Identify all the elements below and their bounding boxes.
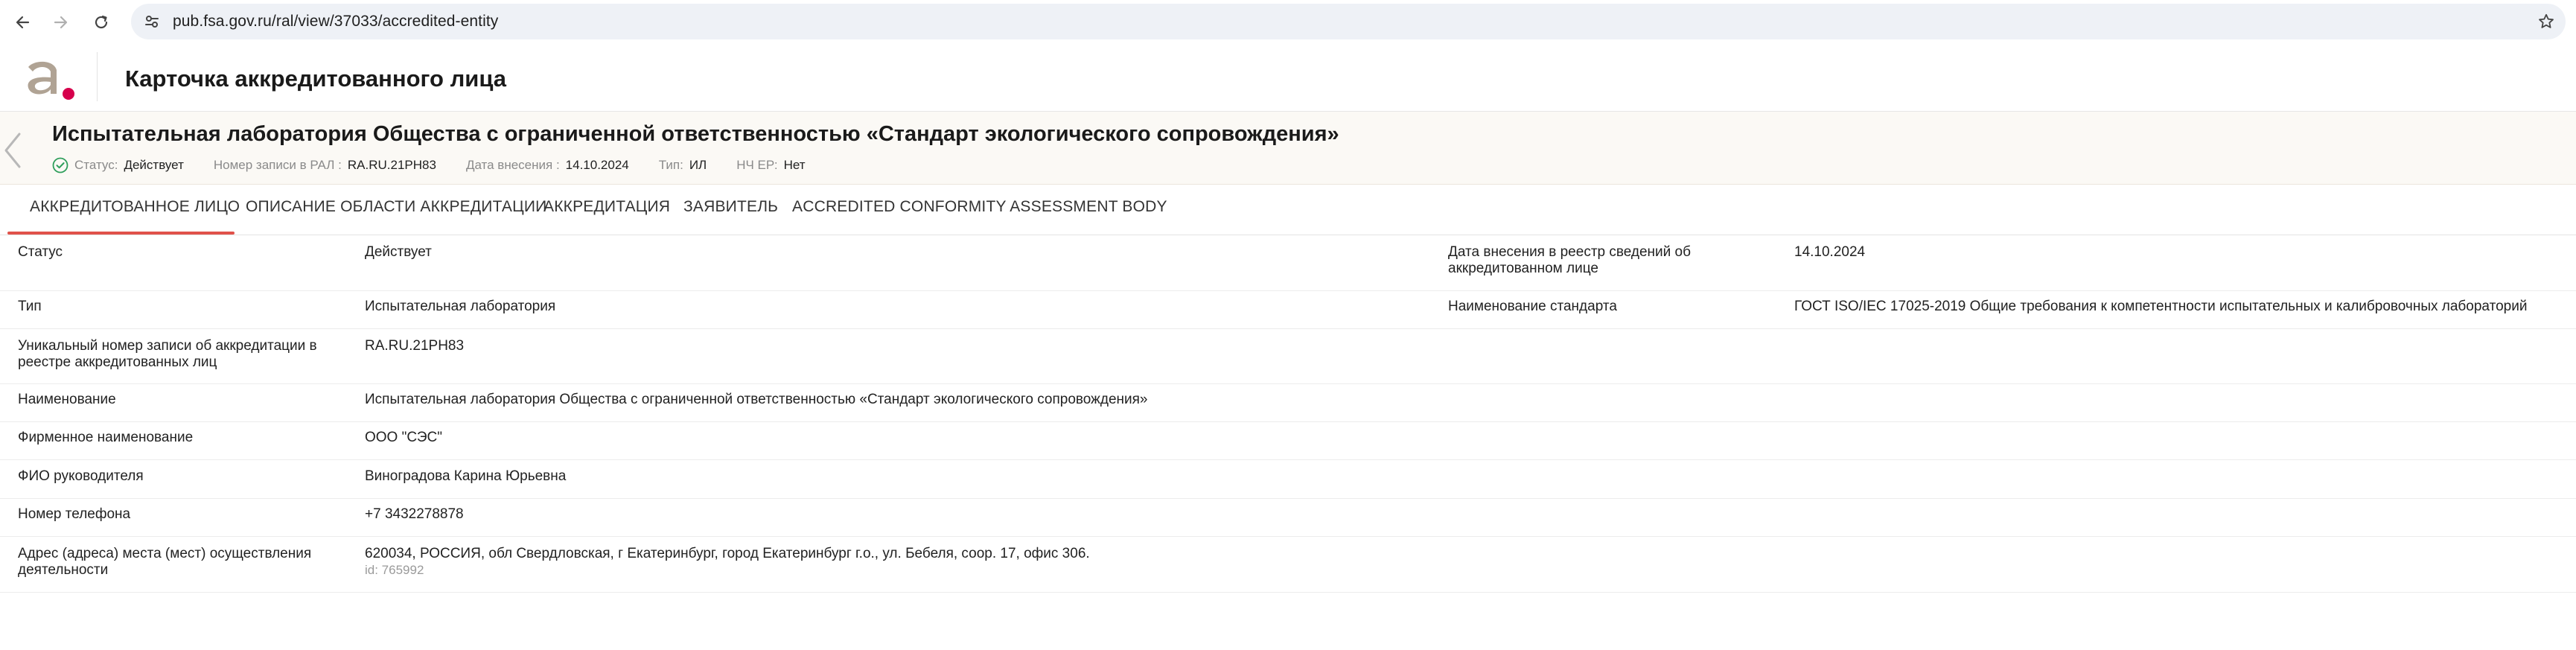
row-label: Фирменное наименование [18,430,194,445]
entity-banner: Испытательная лаборатория Общества с огр… [0,112,2576,185]
row-value: 620034, РОССИЯ, обл Свердловская, г Екат… [365,546,1407,579]
table-row: Уникальный номер записи об аккредитации … [0,329,2576,384]
row-value: Испытательная лаборатория [365,299,556,314]
tab-applicant[interactable]: ЗАЯВИТЕЛЬ [683,198,778,216]
table-row: Номер телефона +7 3432278878 [0,499,2576,537]
row-value: Испытательная лаборатория Общества с огр… [365,392,1148,407]
record-label: Номер записи в РАЛ : [213,158,342,172]
row-label: Адрес (адреса) места (мест) осуществлени… [18,546,312,578]
table-row: Фирменное наименование ООО "СЭС" [0,422,2576,460]
table-row: Статус Действует Дата внесения в реестр … [0,235,2576,291]
row-label: Статус [18,244,63,260]
table-row: Наименование Испытательная лаборатория О… [0,384,2576,422]
tab-accreditation[interactable]: АККРЕДИТАЦИЯ [543,198,670,216]
bookmark-star-icon[interactable] [2536,11,2557,32]
logo[interactable] [21,55,80,104]
table-row: ФИО руководителя Виноградова Карина Юрье… [0,460,2576,499]
type-value: ИЛ [689,158,707,172]
address-id: id: 765992 [365,563,424,577]
date-label: Дата внесения : [465,158,560,172]
row-label: Наименование [18,392,116,407]
row-value: ООО "СЭС" [365,430,442,445]
reload-icon[interactable] [88,9,115,36]
tab-accreditation-scope[interactable]: ОПИСАНИЕ ОБЛАСТИ АККРЕДИТАЦИИ [246,198,546,216]
app-header: Карточка аккредитованного лица [0,43,2576,112]
chevron-left-icon[interactable] [1,131,22,170]
back-arrow-icon[interactable] [9,9,36,36]
check-circle-icon [52,157,68,173]
nch-value: Нет [783,158,806,172]
table-row: Тип Испытательная лаборатория Наименован… [0,291,2576,329]
row-value: Виноградова Карина Юрьевна [365,468,567,484]
row-label: Тип [18,299,42,314]
record-value: RA.RU.21PH83 [347,158,436,172]
row-label: Номер телефона [18,506,131,522]
status-value: Действует [124,158,184,172]
row-label: Уникальный номер записи об аккредитации … [18,338,317,370]
row-label: Наименование стандарта [1448,299,1617,314]
row-value: ГОСТ ISO/IEC 17025-2019 Общие требования… [1794,299,2528,314]
site-settings-icon[interactable] [141,11,162,32]
address-bar[interactable]: pub.fsa.gov.ru/ral/view/37033/accredited… [131,4,2566,39]
row-value: Действует [365,244,432,260]
row-label: ФИО руководителя [18,468,144,484]
row-value: +7 3432278878 [365,506,464,522]
nch-label: НЧ ЕР: [736,158,778,172]
date-value: 14.10.2024 [565,158,629,172]
entity-meta: Статус: Действует Номер записи в РАЛ : R… [52,156,806,174]
address-text: 620034, РОССИЯ, обл Свердловская, г Екат… [365,546,1090,561]
status-label: Статус: [74,158,118,172]
page-title: Карточка аккредитованного лица [125,66,507,92]
row-value: 14.10.2024 [1794,244,1866,260]
browser-toolbar: pub.fsa.gov.ru/ral/view/37033/accredited… [0,0,2576,43]
forward-arrow-icon[interactable] [48,9,74,36]
row-label: Дата внесения в реестр сведений об аккре… [1448,244,1691,276]
url-text[interactable]: pub.fsa.gov.ru/ral/view/37033/accredited… [173,13,498,31]
table-row: Адрес (адреса) места (мест) осуществлени… [0,537,2576,593]
row-value: RA.RU.21PH83 [365,338,465,354]
entity-name: Испытательная лаборатория Общества с огр… [52,122,1339,146]
header-divider [97,52,98,101]
tab-accredited-body[interactable]: ACCREDITED CONFORMITY ASSESSMENT BODY [792,198,1167,216]
tab-accredited-entity[interactable]: АККРЕДИТОВАННОЕ ЛИЦО [30,198,240,216]
active-tab-indicator [7,232,235,235]
type-label: Тип: [658,158,683,172]
tab-bar: АККРЕДИТОВАННОЕ ЛИЦО ОПИСАНИЕ ОБЛАСТИ АК… [0,185,2576,235]
